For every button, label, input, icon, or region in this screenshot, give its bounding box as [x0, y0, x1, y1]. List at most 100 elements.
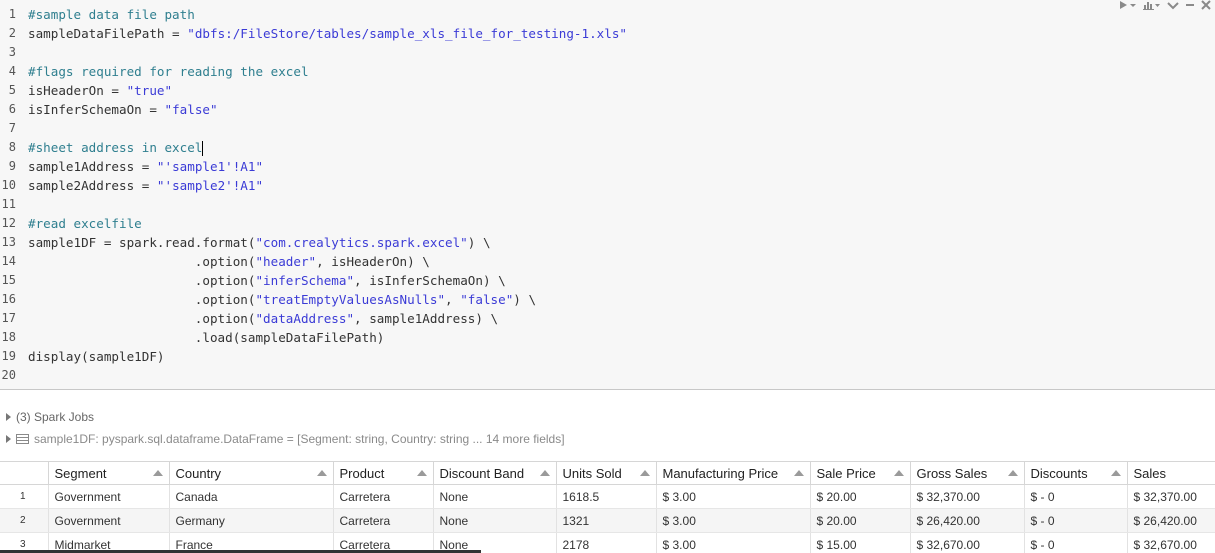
line-number: 9 [8, 159, 16, 173]
code-line[interactable]: 17 .option("dataAddress", sample1Address… [0, 309, 1215, 328]
close-icon[interactable] [1201, 0, 1211, 10]
code-token: display(sample1DF) [28, 349, 165, 364]
column-header-label: Segment [54, 465, 107, 481]
column-header[interactable]: Units Sold [556, 461, 657, 485]
code-text: .load(sampleDataFilePath) [28, 328, 385, 347]
table-cell: $ - 0 [1024, 532, 1128, 553]
sort-icon[interactable] [1110, 470, 1121, 476]
line-number: 12 [1, 216, 16, 230]
run-icon[interactable] [1119, 0, 1137, 10]
table-cell: 2178 [556, 532, 657, 553]
line-number: 2 [8, 26, 16, 40]
column-header-label: Manufacturing Price [662, 465, 779, 481]
column-header[interactable]: Discount Band [433, 461, 557, 485]
code-line[interactable]: 8 #sheet address in excel [0, 138, 1215, 157]
cell-output: (3) Spark Jobs sample1DF: pyspark.sql.da… [0, 391, 1215, 553]
column-header[interactable]: Manufacturing Price [656, 461, 811, 485]
code-token: isInferSchemaOn = [28, 102, 165, 117]
code-text: #sample data file path [28, 5, 195, 24]
sort-icon[interactable] [416, 470, 427, 476]
code-editor[interactable]: 1 #sample data file path 2 sampleDataFilePa… [0, 0, 1215, 390]
table-cell: Carretera [333, 508, 434, 533]
table-cell: Germany [169, 508, 334, 533]
table-cell: Carretera [333, 484, 434, 509]
table-cell: $ 15.00 [810, 532, 911, 553]
code-line[interactable]: 9 sample1Address = "'sample1'!A1" [0, 157, 1215, 176]
code-line[interactable]: 7 [0, 119, 1215, 138]
code-token: .option( [28, 273, 256, 288]
dataframe-schema-toggle[interactable]: sample1DF: pyspark.sql.dataframe.DataFra… [6, 432, 565, 446]
code-token: sample2Address = [28, 178, 157, 193]
line-number: 16 [1, 292, 16, 306]
code-text: .option("treatEmptyValuesAsNulls", "fals… [28, 290, 536, 309]
code-line[interactable]: 6 isInferSchemaOn = "false" [0, 100, 1215, 119]
table-cell: $ - 0 [1024, 508, 1128, 533]
code-line[interactable]: 4 #flags required for reading the excel [0, 62, 1215, 81]
column-header[interactable]: Sales [1127, 461, 1215, 485]
collapse-icon[interactable] [1167, 0, 1179, 10]
code-line[interactable]: 15 .option("inferSchema", isInferSchemaO… [0, 271, 1215, 290]
table-cell: $ - 0 [1024, 484, 1128, 509]
column-header[interactable]: Country [169, 461, 334, 485]
cell-toolbar [1119, 0, 1211, 10]
line-number: 4 [8, 64, 16, 78]
line-number: 11 [1, 197, 16, 211]
spark-jobs-toggle[interactable]: (3) Spark Jobs [6, 410, 94, 424]
code-line[interactable]: 3 [0, 43, 1215, 62]
code-line[interactable]: 20 [0, 366, 1215, 385]
code-string: "false" [460, 292, 514, 307]
dataframe-info: sample1DF: pyspark.sql.dataframe.DataFra… [34, 432, 565, 446]
expand-arrow-icon[interactable] [6, 435, 11, 443]
code-line[interactable]: 2 sampleDataFilePath = "dbfs:/FileStore/t… [0, 24, 1215, 43]
row-index: 1 [0, 484, 49, 509]
sort-icon[interactable] [893, 470, 904, 476]
column-header[interactable]: Product [333, 461, 434, 485]
line-number: 19 [1, 349, 16, 363]
table-cell: $ 3.00 [656, 508, 811, 533]
code-line[interactable]: 14 .option("header", isHeaderOn) \ [0, 252, 1215, 271]
sort-icon[interactable] [152, 470, 163, 476]
code-string: "treatEmptyValuesAsNulls" [255, 292, 446, 307]
table-row[interactable]: 2 Government Germany Carretera None 1321 $ 3.0… [0, 508, 1215, 533]
sort-icon[interactable] [639, 470, 650, 476]
code-token: sample1DF = spark.read.format( [28, 235, 256, 250]
sort-icon[interactable] [793, 470, 804, 476]
column-header[interactable]: Gross Sales [910, 461, 1025, 485]
code-text: #sheet address in excel [28, 138, 204, 157]
code-lines[interactable]: 1 #sample data file path 2 sampleDataFilePa… [0, 5, 1215, 385]
sort-icon[interactable] [1007, 470, 1018, 476]
chart-icon[interactable] [1143, 0, 1161, 10]
code-line[interactable]: 19 display(sample1DF) [0, 347, 1215, 366]
table-cell: 1618.5 [556, 484, 657, 509]
code-line[interactable]: 5 isHeaderOn = "true" [0, 81, 1215, 100]
code-string: "header" [255, 254, 317, 269]
column-header[interactable]: Segment [48, 461, 170, 485]
code-line[interactable]: 13 sample1DF = spark.read.format("com.cre… [0, 233, 1215, 252]
code-string: "dataAddress" [255, 311, 355, 326]
column-header[interactable]: Sale Price [810, 461, 911, 485]
minimize-icon[interactable] [1185, 0, 1195, 10]
table-header-row: Segment Country Product Discount Band Units … [0, 461, 1215, 485]
line-number: 17 [1, 311, 16, 325]
result-table-container[interactable]: Segment Country Product Discount Band Units … [0, 461, 1215, 553]
code-token: isHeaderOn = [28, 83, 127, 98]
code-line[interactable]: 16 .option("treatEmptyValuesAsNulls", "f… [0, 290, 1215, 309]
sort-icon[interactable] [539, 470, 550, 476]
code-string: "'sample1'!A1" [156, 159, 264, 174]
expand-arrow-icon[interactable] [6, 413, 11, 421]
code-line[interactable]: 11 [0, 195, 1215, 214]
code-text: isInferSchemaOn = "false" [28, 100, 218, 119]
code-line[interactable]: 1 #sample data file path [0, 5, 1215, 24]
row-index: 2 [0, 508, 49, 533]
code-line[interactable]: 12 #read excelfile [0, 214, 1215, 233]
column-header-label: Gross Sales [916, 465, 988, 481]
table-cell: $ 32,370.00 [910, 484, 1025, 509]
column-header[interactable]: Discounts [1024, 461, 1128, 485]
table-cell: $ 20.00 [810, 508, 911, 533]
column-header-label: Discount Band [439, 465, 525, 481]
code-line[interactable]: 18 .load(sampleDataFilePath) [0, 328, 1215, 347]
code-text: #flags required for reading the excel [28, 62, 309, 81]
table-row[interactable]: 1 Government Canada Carretera None 1618.5 $ 3.… [0, 484, 1215, 509]
code-line[interactable]: 10 sample2Address = "'sample2'!A1" [0, 176, 1215, 195]
sort-icon[interactable] [316, 470, 327, 476]
